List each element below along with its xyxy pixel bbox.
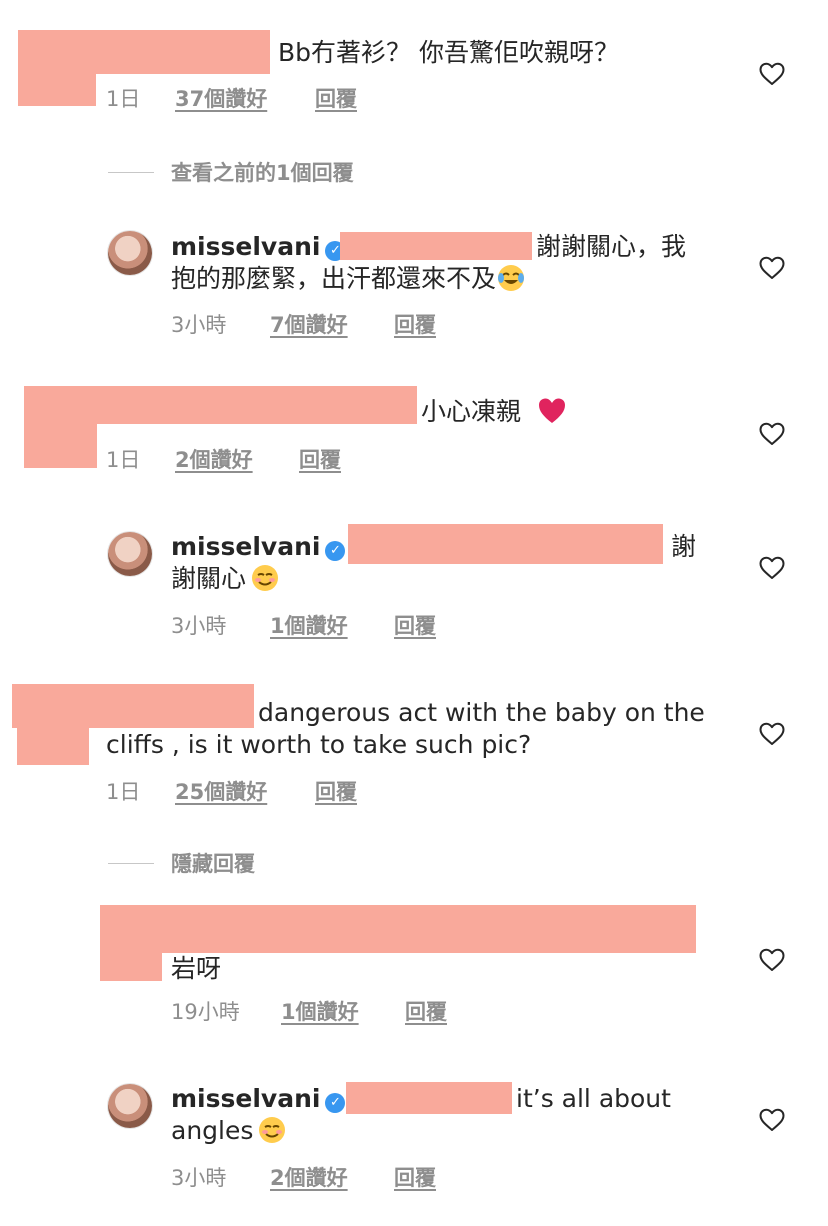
heart-outline-icon[interactable] — [759, 556, 785, 580]
likes-link[interactable]: 1個讚好 — [270, 613, 348, 639]
reply-button[interactable]: 回覆 — [315, 779, 357, 805]
reply-text-line2: 謝關心 — [171, 563, 280, 595]
comment-time: 19小時 — [171, 1000, 240, 1024]
avatar[interactable] — [108, 1084, 152, 1128]
comment-time: 1日 — [106, 780, 141, 804]
heart-outline-icon[interactable] — [759, 722, 785, 746]
view-replies-label[interactable]: 查看之前的1個回覆 — [171, 160, 354, 186]
reply-text-cont: 謝關心 — [171, 564, 247, 593]
comment-time: 3小時 — [171, 614, 227, 638]
likes-link[interactable]: 2個讚好 — [270, 1165, 348, 1191]
redacted-avatar — [18, 74, 96, 106]
likes-link[interactable]: 1個讚好 — [281, 999, 359, 1025]
likes-link[interactable]: 7個讚好 — [270, 312, 348, 338]
reply-button[interactable]: 回覆 — [299, 447, 341, 473]
smiling-face-emoji-icon — [259, 1117, 286, 1143]
toggle-divider — [108, 863, 154, 864]
username[interactable]: misselvani — [171, 532, 320, 561]
reply-button[interactable]: 回覆 — [405, 999, 447, 1025]
reply-text: 岩呀 — [171, 954, 222, 983]
hide-replies-label[interactable]: 隱藏回覆 — [171, 851, 255, 877]
heart-outline-icon[interactable] — [759, 948, 785, 972]
comment-time: 3小時 — [171, 313, 227, 337]
redacted-mention — [348, 524, 663, 564]
heart-outline-icon[interactable] — [759, 256, 785, 280]
username[interactable]: misselvani — [171, 232, 320, 261]
reply-text: 謝謝關心，我 — [536, 232, 687, 261]
comment-meta: 3小時 7個讚好 回覆 — [171, 312, 471, 338]
smiling-face-emoji-icon — [252, 565, 279, 591]
toggle-divider — [108, 172, 154, 173]
reply-text-cont: 抱的那麼緊，出汗都還來不及 — [171, 264, 497, 293]
comment-meta: 3小時 1個讚好 回覆 — [171, 613, 471, 639]
likes-link[interactable]: 2個讚好 — [175, 447, 253, 473]
reply-button[interactable]: 回覆 — [394, 312, 436, 338]
reply-text-line2: 抱的那麼緊，出汗都還來不及 — [171, 263, 526, 295]
comment-meta: 1日 37個讚好 回覆 — [106, 86, 406, 112]
verified-badge-icon: ✓ — [325, 541, 346, 561]
comment-meta: 1日 2個讚好 回覆 — [106, 447, 406, 473]
avatar[interactable] — [108, 532, 152, 576]
red-heart-emoji-icon — [538, 398, 565, 423]
verified-badge-icon: ✓ — [325, 1093, 346, 1113]
likes-link[interactable]: 25個讚好 — [175, 779, 267, 805]
heart-outline-icon[interactable] — [759, 422, 785, 446]
heart-outline-icon[interactable] — [759, 62, 785, 86]
comment-time: 3小時 — [171, 1166, 227, 1190]
comment-text: Bb冇著衫？ 你吾驚佢吹親呀？ — [278, 38, 619, 67]
tears-of-joy-emoji-icon — [498, 265, 525, 291]
reply-button[interactable]: 回覆 — [394, 1165, 436, 1191]
redacted-username — [18, 30, 270, 74]
redacted-avatar — [17, 728, 89, 765]
reply-button[interactable]: 回覆 — [315, 86, 357, 112]
comment-text-cont: cliffs , is it worth to take such pic? — [106, 730, 532, 759]
comment-text: dangerous act with the baby on the — [258, 698, 705, 727]
comment-meta: 1日 25個讚好 回覆 — [106, 779, 406, 805]
reply-text-line1: misselvani ✓ — [171, 231, 346, 263]
reply-text-line2: angles — [171, 1115, 287, 1147]
reply-button[interactable]: 回覆 — [394, 613, 436, 639]
avatar[interactable] — [108, 231, 152, 275]
reply-text: it’s all about — [516, 1084, 671, 1113]
redacted-username — [12, 684, 254, 728]
redacted-avatar — [100, 953, 162, 981]
redacted-mention — [346, 1082, 512, 1114]
comment-text-row: 小心凍親 — [421, 396, 567, 428]
reply-text: 謝 — [671, 532, 697, 561]
redacted-username — [24, 386, 417, 424]
username[interactable]: misselvani — [171, 1084, 320, 1113]
comment-time: 1日 — [106, 448, 141, 472]
heart-outline-icon[interactable] — [759, 1108, 785, 1132]
reply-text-line1: misselvani ✓ — [171, 531, 346, 563]
comment-time: 1日 — [106, 87, 141, 111]
comment-meta: 3小時 2個讚好 回覆 — [171, 1165, 471, 1191]
redacted-username — [100, 905, 696, 953]
comment-meta: 19小時 1個讚好 回覆 — [171, 999, 491, 1025]
redacted-mention — [340, 232, 532, 260]
reply-text-line1: misselvani ✓ — [171, 1083, 346, 1115]
likes-link[interactable]: 37個讚好 — [175, 86, 267, 112]
reply-text-cont: angles — [171, 1116, 254, 1145]
comment-text: 小心凍親 — [421, 397, 522, 426]
redacted-avatar — [24, 424, 97, 468]
